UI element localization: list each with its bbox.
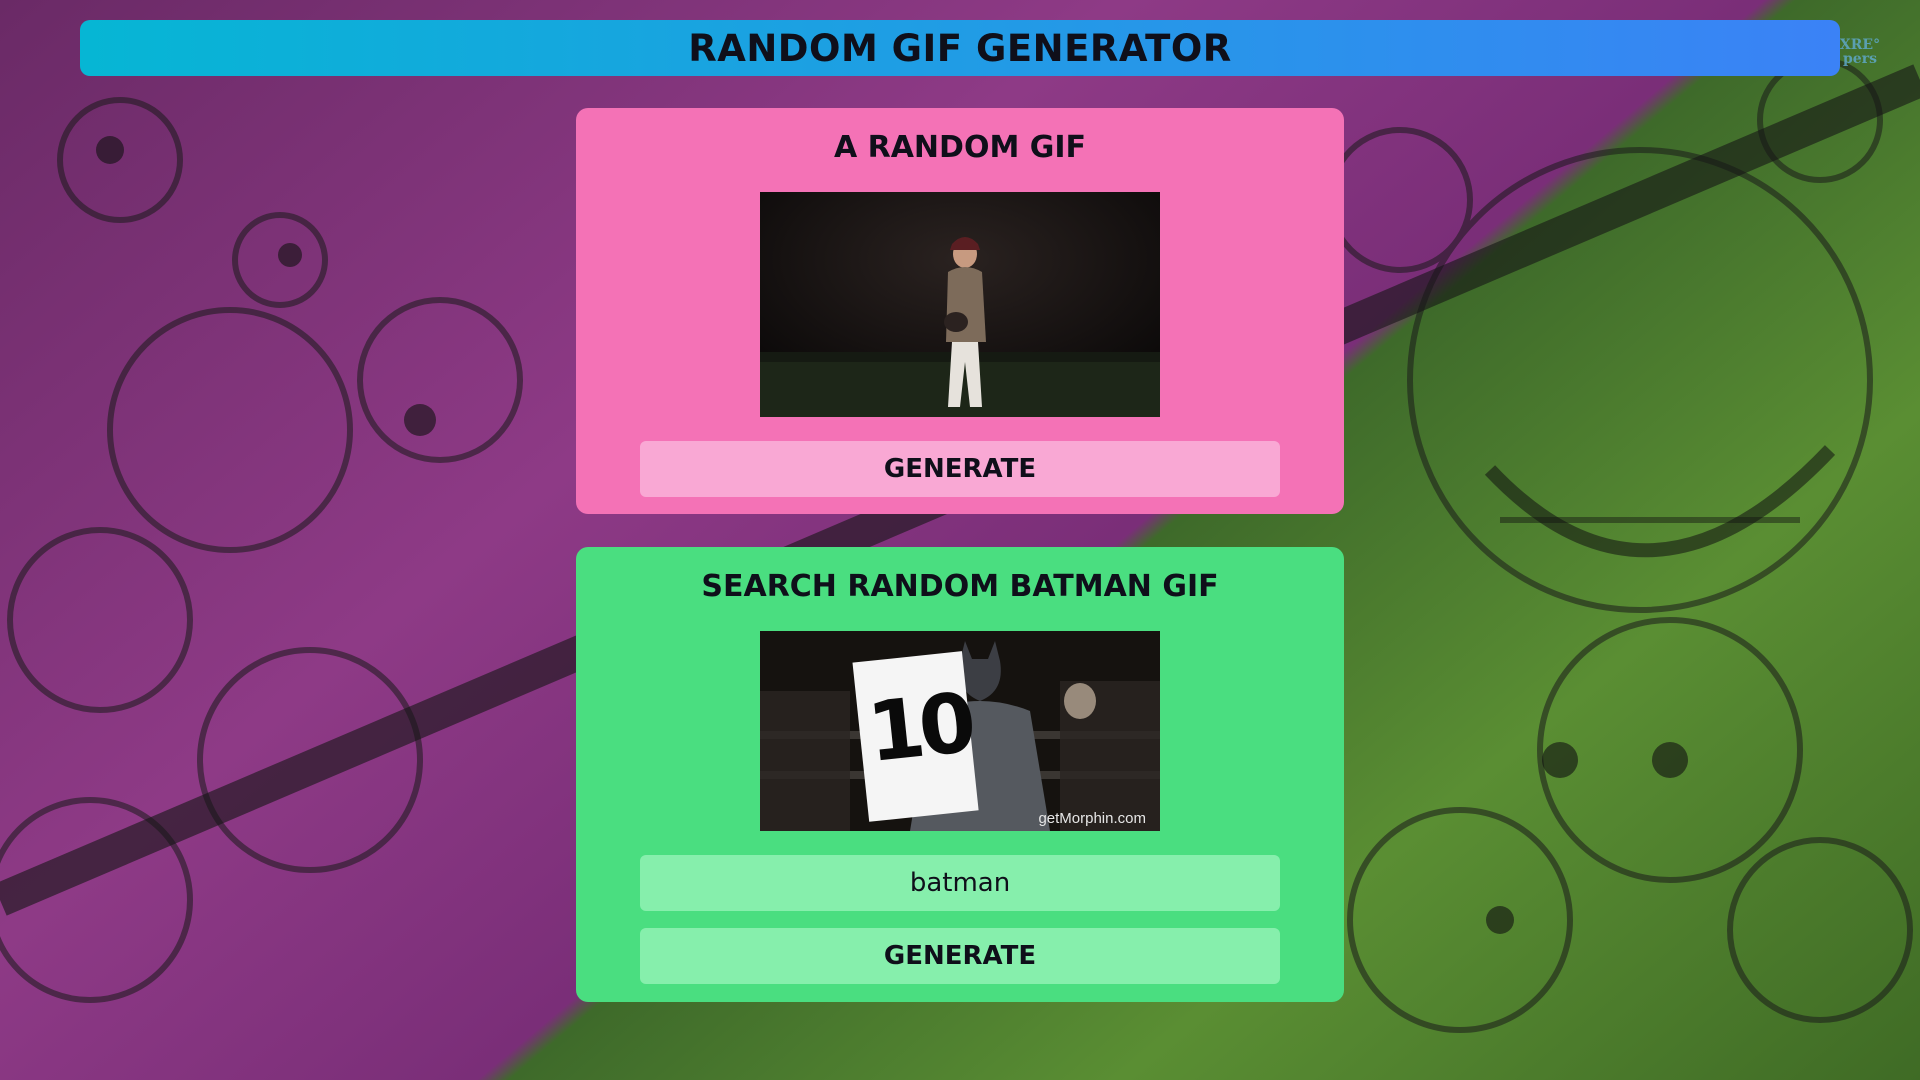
baseball-pitcher-gif-icon xyxy=(760,192,1160,417)
search-gif-image: 10 getMorphin.com xyxy=(760,631,1160,831)
random-gif-image xyxy=(760,192,1160,417)
gif-score-card-number: 10 xyxy=(863,675,975,782)
search-gif-card-title: SEARCH RANDOM BATMAN GIF xyxy=(701,569,1219,604)
random-gif-card-title: A RANDOM GIF xyxy=(833,130,1087,165)
app-header-bar: RANDOM GIF GENERATOR xyxy=(80,20,1840,76)
search-gif-card: SEARCH RANDOM BATMAN GIF 10 getMorphin.c… xyxy=(576,547,1344,1002)
generate-search-gif-button[interactable]: GENERATE xyxy=(640,928,1280,984)
random-gif-card: A RANDOM GIF GENERATE xyxy=(576,108,1344,514)
search-term-input[interactable] xyxy=(640,855,1280,911)
gif-watermark-text: getMorphin.com xyxy=(1038,810,1146,827)
wallpaper-watermark: XRE° pers xyxy=(1839,37,1881,67)
generate-random-gif-button[interactable]: GENERATE xyxy=(640,441,1280,497)
page-title: RANDOM GIF GENERATOR xyxy=(688,26,1232,70)
